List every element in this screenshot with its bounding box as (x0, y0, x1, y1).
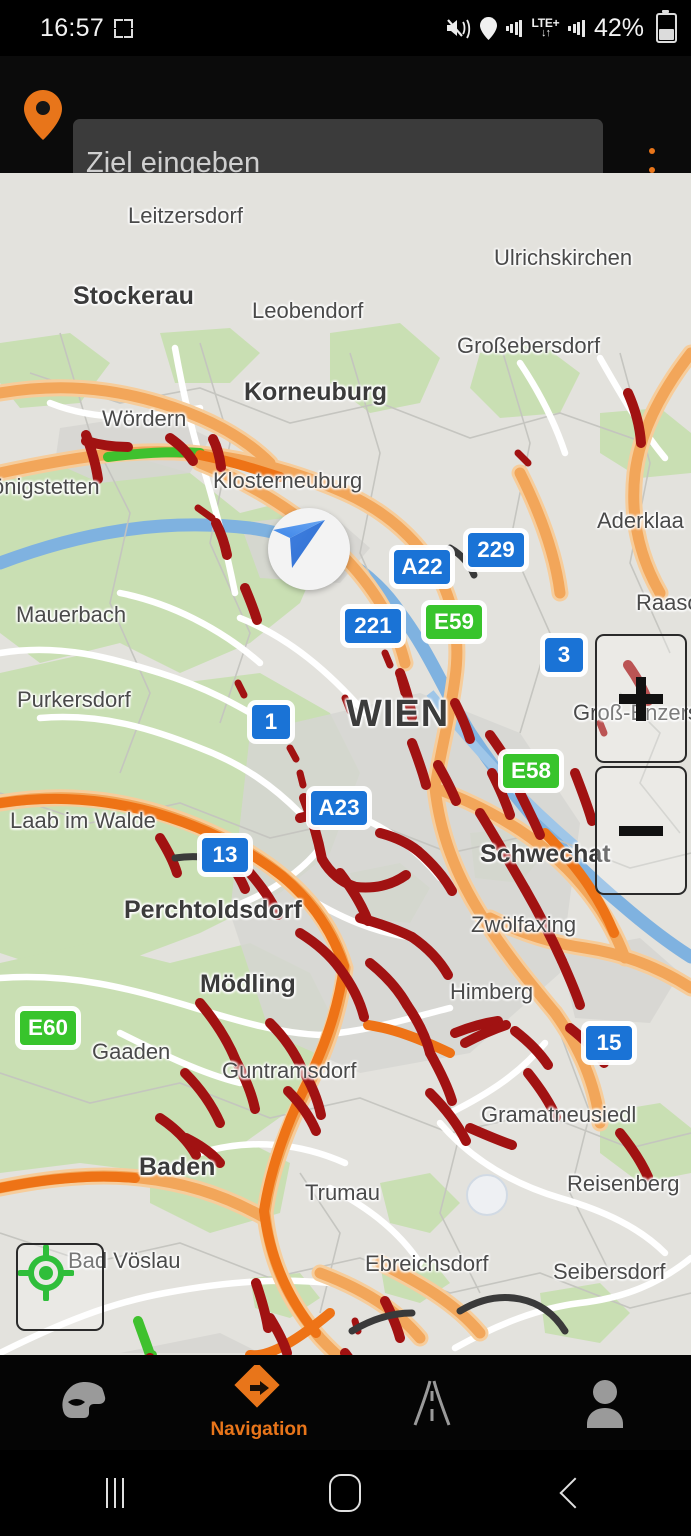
tab-helmet[interactable] (0, 1355, 172, 1450)
tab-navigation[interactable]: Navigation (173, 1355, 345, 1450)
route-shield: 15 (584, 1024, 634, 1062)
navigation-diamond-icon (234, 1364, 280, 1408)
map-vector-layer (0, 173, 691, 1355)
route-shield: E60 (18, 1009, 78, 1047)
crosshair-location-icon (18, 1245, 74, 1301)
tab-profile[interactable] (519, 1355, 691, 1450)
person-icon (587, 1379, 623, 1428)
route-shield: 13 (200, 836, 250, 874)
signal-bars-icon (505, 19, 523, 37)
lte-plus-icon: LTE+ ↓↑ (531, 17, 559, 39)
crop-brackets-icon (114, 18, 134, 38)
location-pin-icon (479, 16, 497, 40)
road-icon (413, 1380, 451, 1426)
system-navigation-bar (0, 1450, 691, 1536)
home-icon[interactable] (230, 1450, 460, 1536)
recents-icon[interactable] (0, 1450, 230, 1536)
bottom-app-bar: Navigation (0, 1355, 691, 1450)
route-shield: 229 (466, 531, 526, 569)
route-shield: A23 (309, 789, 369, 827)
network-arrows: ↓↑ (540, 27, 551, 39)
battery-percent-label: 42% (593, 13, 644, 42)
zoom-in-button[interactable] (595, 634, 687, 763)
zoom-controls (595, 634, 687, 895)
tab-navigation-label: Navigation (210, 1418, 308, 1440)
route-shield: A22 (392, 548, 452, 586)
status-bar: 16:57 LTE+ ↓↑ 42% (0, 0, 691, 56)
route-shield: E59 (424, 603, 484, 641)
battery-icon (656, 10, 677, 43)
route-shield: E58 (501, 752, 561, 790)
locate-me-button[interactable] (16, 1243, 104, 1331)
helmet-icon (62, 1381, 106, 1418)
phone-screen: 16:57 LTE+ ↓↑ 42% Ziel eingeben Leitzers… (0, 0, 691, 1536)
mute-vibrate-icon (445, 17, 471, 39)
route-shield: 3 (543, 636, 585, 674)
back-icon[interactable] (460, 1450, 690, 1536)
navigation-arrow-icon (268, 508, 350, 590)
route-shield: 221 (343, 607, 403, 645)
map-canvas[interactable]: Leitzersdorf Ulrichskirchen Stockerau Leobe… (0, 173, 691, 1355)
tab-road[interactable] (346, 1355, 518, 1450)
plus-icon (619, 676, 663, 721)
zoom-out-button[interactable] (595, 766, 687, 895)
map-pin-icon[interactable] (20, 86, 66, 144)
signal-bars-icon-2 (568, 19, 585, 37)
route-shield: 1 (250, 703, 292, 741)
minus-icon (619, 825, 663, 836)
status-bar-left: 16:57 (40, 0, 134, 56)
clock: 16:57 (40, 13, 105, 42)
app-header: Ziel eingeben (0, 56, 691, 219)
status-bar-right: LTE+ ↓↑ 42% (445, 0, 677, 56)
